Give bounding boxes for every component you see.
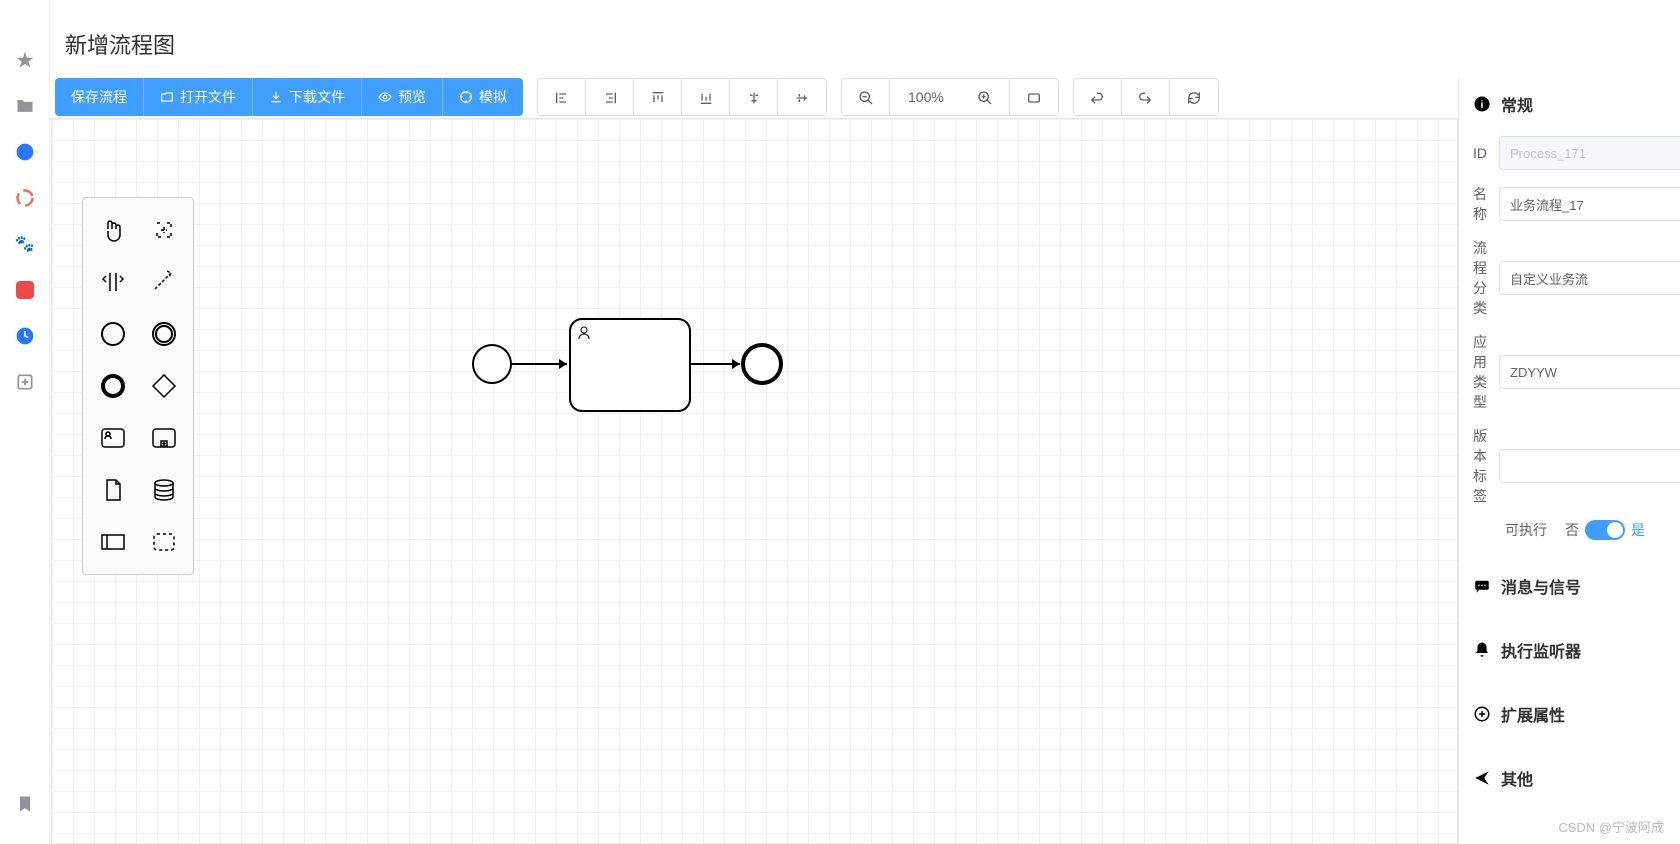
- category-label: 流程分类: [1473, 238, 1499, 318]
- align-left-button[interactable]: [538, 79, 586, 116]
- category-select[interactable]: [1499, 261, 1680, 295]
- align-center-v-button[interactable]: [778, 79, 826, 116]
- name-label: 名称: [1473, 184, 1499, 224]
- space-tool[interactable]: [87, 256, 138, 308]
- red-app-icon[interactable]: [15, 280, 35, 300]
- zoom-in-button[interactable]: [962, 79, 1010, 116]
- id-input: [1499, 136, 1680, 170]
- data-object-tool[interactable]: [87, 464, 138, 516]
- section-message[interactable]: 消息与信号: [1473, 574, 1680, 598]
- bookmark-icon[interactable]: [15, 794, 35, 814]
- subprocess-tool[interactable]: [138, 412, 189, 464]
- page-title: 新增流程图: [50, 0, 1680, 78]
- palette: [82, 197, 194, 575]
- align-right-button[interactable]: [586, 79, 634, 116]
- bpmn-diagram[interactable]: [472, 314, 812, 434]
- color-circle-icon[interactable]: [15, 188, 35, 208]
- group-tool[interactable]: [138, 516, 189, 568]
- gateway-tool[interactable]: [138, 360, 189, 412]
- align-bottom-button[interactable]: [682, 79, 730, 116]
- zoom-fit-button[interactable]: [1010, 79, 1058, 116]
- connect-tool[interactable]: [138, 256, 189, 308]
- paw-icon[interactable]: 🐾: [15, 234, 35, 254]
- folder-icon[interactable]: [15, 96, 35, 116]
- section-general[interactable]: i 常规: [1473, 92, 1680, 116]
- left-sidebar: 🐾: [0, 0, 50, 844]
- id-label: ID: [1473, 145, 1499, 161]
- section-other[interactable]: 其他: [1473, 766, 1680, 790]
- redo-button[interactable]: [1122, 79, 1170, 116]
- lasso-tool[interactable]: [138, 204, 189, 256]
- align-center-h-button[interactable]: [730, 79, 778, 116]
- save-button[interactable]: 保存流程: [55, 78, 144, 116]
- apptype-input[interactable]: [1499, 355, 1680, 389]
- end-event-tool[interactable]: [87, 360, 138, 412]
- data-store-tool[interactable]: [138, 464, 189, 516]
- watermark: CSDN @宁波阿成: [1558, 817, 1664, 836]
- clock-icon[interactable]: [15, 326, 35, 346]
- zoom-out-button[interactable]: [842, 79, 890, 116]
- section-listener[interactable]: 执行监听器: [1473, 638, 1680, 662]
- participant-tool[interactable]: [87, 516, 138, 568]
- name-input[interactable]: [1499, 187, 1680, 221]
- download-button[interactable]: 下载文件: [253, 78, 362, 116]
- properties-panel: i 常规 ID 名称 流程分类 应用类型: [1458, 78, 1680, 844]
- intermediate-event-tool[interactable]: [138, 308, 189, 360]
- plus-box-icon[interactable]: [15, 372, 35, 392]
- apptype-label: 应用类型: [1473, 332, 1499, 412]
- versiontag-label: 版本标签: [1473, 426, 1499, 506]
- versiontag-input[interactable]: [1499, 449, 1680, 483]
- toolbar: 保存流程 打开文件 下载文件 预览: [51, 78, 1458, 116]
- zoom-level: 100%: [890, 79, 962, 115]
- executable-switch[interactable]: [1585, 520, 1625, 540]
- refresh-button[interactable]: [1170, 79, 1218, 116]
- simulate-button[interactable]: 模拟: [443, 78, 523, 116]
- start-event-tool[interactable]: [87, 308, 138, 360]
- preview-button[interactable]: 预览: [362, 78, 443, 116]
- undo-button[interactable]: [1074, 79, 1122, 116]
- svg-text:i: i: [1481, 99, 1484, 111]
- user-task-tool[interactable]: [87, 412, 138, 464]
- align-top-button[interactable]: [634, 79, 682, 116]
- executable-label: 可执行: [1473, 520, 1559, 540]
- open-button[interactable]: 打开文件: [144, 78, 253, 116]
- hand-tool[interactable]: [87, 204, 138, 256]
- section-extension[interactable]: 扩展属性: [1473, 702, 1680, 726]
- bpmn-canvas[interactable]: [51, 118, 1458, 844]
- chat-blue-icon[interactable]: [15, 142, 35, 162]
- star-icon[interactable]: [15, 50, 35, 70]
